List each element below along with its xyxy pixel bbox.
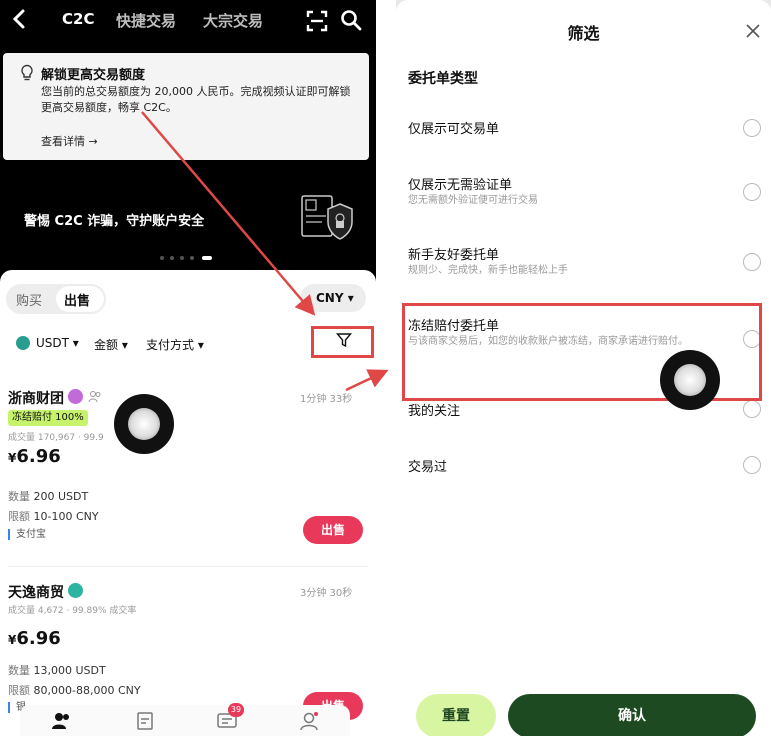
radio-button[interactable] (743, 400, 761, 418)
price: ¥6.96 (8, 446, 61, 467)
price-value: 6.96 (16, 446, 61, 467)
carousel-dots[interactable] (160, 256, 220, 262)
touch-indicator (114, 394, 174, 454)
radio-button[interactable] (743, 183, 761, 201)
message-count-badge: 39 (228, 703, 244, 717)
option-beginner-friendly[interactable]: 新手友好委托单 规则少、完成快，新手也能轻松上手 (396, 244, 771, 284)
amount-filter[interactable]: 金额 ▾ (94, 336, 128, 353)
divider (8, 566, 368, 567)
payment-method: 支付宝 (8, 529, 46, 540)
merchant-stats: 成交量 4,672 · 99.89% 成交率 (8, 606, 137, 616)
merchant-card[interactable]: 浙商财团 1分钟 33秒 冻结赔付 100% 成交量 170,967 · 99.… (0, 388, 376, 568)
security-shield-icon (301, 195, 353, 240)
quantity-label: 数量 (8, 664, 30, 677)
radio-button[interactable] (743, 119, 761, 137)
buy-sell-toggle: 购买 出售 (6, 284, 106, 314)
quantity-label: 数量 (8, 490, 30, 503)
response-time: 3分钟 30秒 (300, 588, 353, 599)
option-title: 我的关注 (408, 404, 461, 419)
radio-button[interactable] (743, 253, 761, 271)
followers-icon (88, 391, 101, 403)
coin-filter[interactable]: USDT ▾ (36, 336, 79, 350)
scan-icon[interactable] (306, 10, 328, 32)
usdt-icon (16, 336, 30, 350)
freeze-compensation-tag: 冻结赔付 100% (8, 410, 88, 426)
merchant-name: 浙商财团 (8, 391, 64, 407)
option-title: 交易过 (408, 460, 448, 475)
option-no-verification[interactable]: 仅展示无需验证单 您无需额外验证便可进行交易 (396, 174, 771, 214)
buy-tab[interactable]: 购买 (16, 290, 42, 309)
tab-c2c[interactable]: C2C (62, 10, 94, 28)
bottom-navigation: 39 (20, 703, 350, 736)
option-title: 仅展示可交易单 (408, 122, 500, 137)
chevron-left-icon[interactable] (12, 8, 32, 32)
price-value: 6.96 (16, 628, 61, 649)
banner-text[interactable]: 警惕 C2C 诈骗，守护账户安全 (24, 210, 204, 229)
payment-filter[interactable]: 支付方式 ▾ (146, 336, 204, 353)
tab-quick-trade[interactable]: 快捷交易 (116, 10, 176, 31)
option-title: 新手友好委托单 (408, 248, 500, 263)
orders-icon[interactable] (134, 711, 156, 731)
filter-title: 筛选 (567, 24, 600, 43)
view-details-link[interactable]: 查看详情 → (41, 133, 98, 149)
currency-select[interactable]: CNY ▾ (300, 284, 366, 312)
confirm-button[interactable]: 确认 (508, 694, 756, 736)
option-title: 仅展示无需验证单 (408, 178, 513, 193)
quantity-row: 数量 13,000 USDT (8, 662, 106, 678)
close-icon[interactable] (746, 24, 760, 38)
quantity-value: 200 USDT (33, 490, 89, 503)
merchant-stats: 成交量 170,967 · 99.9 (8, 433, 104, 443)
diamond-badge-icon (68, 389, 83, 404)
option-subtitle: 规则少、完成快，新手也能轻松上手 (408, 265, 568, 276)
notice-title: 解锁更高交易额度 (41, 68, 146, 83)
merchant-name: 天逸商贸 (8, 585, 64, 601)
touch-indicator (660, 350, 720, 410)
quantity-value: 13,000 USDT (33, 664, 106, 677)
limit-value: 10-100 CNY (33, 510, 99, 523)
option-subtitle: 您无需额外验证便可进行交易 (408, 195, 538, 206)
price: ¥6.96 (8, 628, 61, 649)
limit-label: 限额 (8, 510, 30, 523)
section-title: 委托单类型 (408, 71, 478, 87)
notice-body: 您当前的总交易额度为 20,000 人民币。完成视频认证即可解锁更高交易额度，畅… (41, 85, 351, 114)
radio-button[interactable] (743, 456, 761, 474)
option-traded-before[interactable]: 交易过 (396, 456, 771, 480)
option-following[interactable]: 我的关注 (396, 400, 771, 424)
sell-tab[interactable]: 出售 (56, 286, 104, 312)
limit-value: 80,000-88,000 CNY (33, 684, 141, 697)
limit-label: 限额 (8, 684, 30, 697)
profile-icon[interactable] (298, 711, 320, 731)
option-tradable[interactable]: 仅展示可交易单 (396, 118, 771, 148)
tab-block-trade[interactable]: 大宗交易 (203, 10, 263, 31)
c2c-screen: C2C 快捷交易 大宗交易 解锁更高交易额度 您当前的总交易额度为 20,000… (0, 0, 376, 736)
filter-button-highlight (311, 326, 374, 358)
sell-tab-label: 出售 (64, 294, 91, 309)
filter-actions: 重置 确认 (396, 690, 771, 736)
sell-button[interactable]: 出售 (303, 516, 363, 544)
reset-button[interactable]: 重置 (416, 694, 496, 736)
search-icon[interactable] (340, 9, 362, 31)
response-time: 1分钟 33秒 (300, 394, 353, 405)
limit-row: 限额 80,000-88,000 CNY (8, 682, 141, 698)
verified-badge-icon (68, 583, 83, 598)
limit-notice-card: 解锁更高交易额度 您当前的总交易额度为 20,000 人民币。完成视频认证即可解… (3, 53, 369, 160)
top-navigation: C2C 快捷交易 大宗交易 (0, 0, 376, 44)
limit-row: 限额 10-100 CNY (8, 508, 99, 524)
quantity-row: 数量 200 USDT (8, 488, 88, 504)
users-icon[interactable] (50, 711, 72, 731)
lightbulb-icon (21, 64, 33, 81)
